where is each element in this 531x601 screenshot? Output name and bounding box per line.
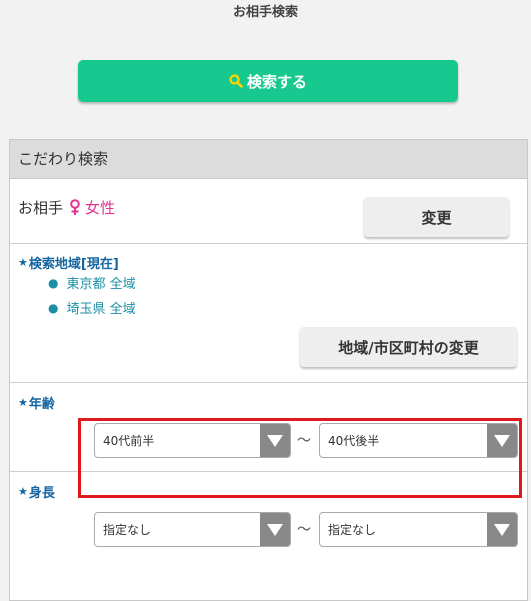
search-button-label: 検索する xyxy=(246,72,307,91)
partner-row: お相手 女性 変更 xyxy=(10,179,527,244)
chevron-down-icon xyxy=(487,513,517,546)
panel-title: こだわり検索 xyxy=(10,140,527,179)
height-from-value: 指定なし xyxy=(103,523,152,537)
partner-label-group: お相手 女性 xyxy=(18,197,115,218)
change-area-button[interactable]: 地域/市区町村の変更 xyxy=(300,327,517,367)
height-from-select[interactable]: 指定なし xyxy=(94,512,291,547)
area-list: ● 東京都 全域 ● 埼玉県 全域 xyxy=(48,270,136,320)
list-item: ● 東京都 全域 xyxy=(48,270,136,295)
gender-label: 女性 xyxy=(85,199,116,217)
partner-gender: 女性 xyxy=(69,197,115,218)
chevron-down-icon xyxy=(260,513,290,546)
page-title: お相手検索 xyxy=(232,5,298,20)
list-item: ● 埼玉県 全域 xyxy=(48,295,136,320)
height-to-select[interactable]: 指定なし xyxy=(319,512,518,547)
search-button[interactable]: 検索する xyxy=(78,60,458,102)
search-area-row: ★ 検索地域[現在] ● 東京都 全域 ● 埼玉県 全域 地域/市区町村の変更 xyxy=(10,244,527,383)
star-icon: ★ xyxy=(18,256,28,269)
area-item-label: 埼玉県 全域 xyxy=(66,302,136,317)
range-separator: ～ xyxy=(297,522,311,538)
height-section-title: ★ 身長 xyxy=(18,482,55,501)
star-icon: ★ xyxy=(18,396,28,409)
female-icon xyxy=(70,199,80,215)
bullet-icon: ● xyxy=(48,300,59,315)
age-title-label: 年齢 xyxy=(28,397,55,412)
partner-label: お相手 xyxy=(18,199,64,217)
bullet-icon: ● xyxy=(48,275,59,290)
star-icon: ★ xyxy=(18,485,28,498)
change-partner-button[interactable]: 変更 xyxy=(364,197,509,237)
refine-search-panel: こだわり検索 お相手 女性 変更 ★ 検索地域[現在] ● 東京都 全域 ● 埼玉県… xyxy=(9,139,528,601)
search-icon xyxy=(229,74,243,88)
age-highlight-box xyxy=(78,418,522,498)
height-title-label: 身長 xyxy=(28,486,55,501)
height-to-value: 指定なし xyxy=(328,523,377,537)
area-item-label: 東京都 全域 xyxy=(66,277,136,292)
age-section-title: ★ 年齢 xyxy=(18,393,55,412)
